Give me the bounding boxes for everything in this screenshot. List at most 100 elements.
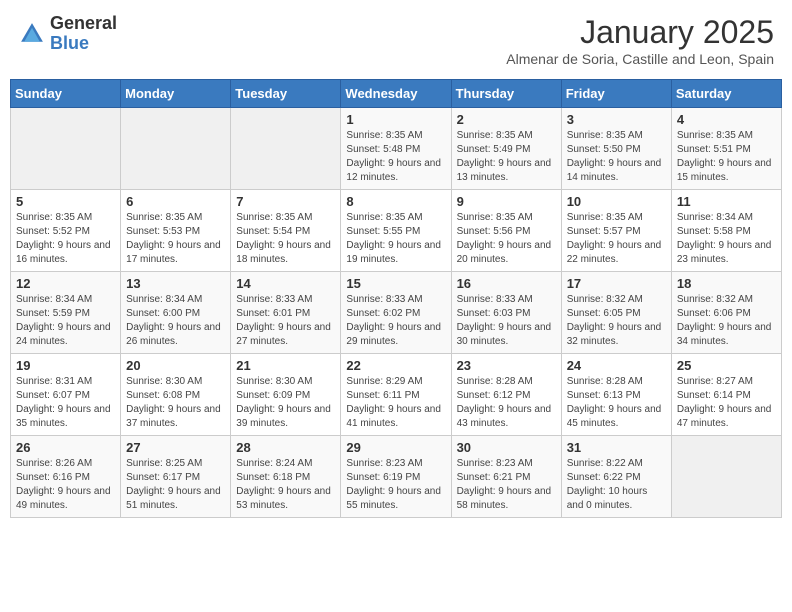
day-number: 21 bbox=[236, 358, 335, 373]
day-info: Sunrise: 8:35 AMSunset: 5:52 PMDaylight:… bbox=[16, 211, 115, 267]
day-number: 14 bbox=[236, 276, 335, 291]
day-cell: 15 Sunrise: 8:33 AMSunset: 6:02 PMDayligh… bbox=[341, 272, 451, 354]
weekday-header-wednesday: Wednesday bbox=[341, 80, 451, 108]
day-cell: 20Sunrise: 8:30 AMSunset: 6:08 PMDayligh… bbox=[121, 354, 231, 436]
day-cell: 4 Sunrise: 8:35 AMSunset: 5:51 PMDaylight… bbox=[671, 108, 781, 190]
day-number: 13 bbox=[126, 276, 225, 291]
day-info: Sunrise: 8:34 AMSunset: 6:00 PMDaylight:… bbox=[126, 293, 225, 349]
day-number: 11 bbox=[677, 194, 776, 209]
day-number: 30 bbox=[457, 440, 556, 455]
day-info: Sunrise: 8:27 AMSunset: 6:14 PMDaylight:… bbox=[677, 375, 776, 431]
day-cell: 31 Sunrise: 8:22 AMSunset: 6:22 PMDayligh… bbox=[561, 436, 671, 518]
logo-icon bbox=[18, 20, 46, 48]
day-info: Sunrise: 8:34 AMSunset: 5:58 PMDaylight:… bbox=[677, 211, 776, 267]
week-row-4: 19 Sunrise: 8:31 AMSunset: 6:07 PMDayligh… bbox=[11, 354, 782, 436]
day-cell: 3 Sunrise: 8:35 AMSunset: 5:50 PMDaylight… bbox=[561, 108, 671, 190]
page-header: General Blue January 2025 Almenar de Sor… bbox=[10, 10, 782, 71]
day-cell: 21 Sunrise: 8:30 AMSunset: 6:09 PMDayligh… bbox=[231, 354, 341, 436]
day-number: 15 bbox=[346, 276, 445, 291]
day-number: 28 bbox=[236, 440, 335, 455]
week-row-2: 5Sunrise: 8:35 AMSunset: 5:52 PMDaylight… bbox=[11, 190, 782, 272]
day-number: 12 bbox=[16, 276, 115, 291]
day-info: Sunrise: 8:35 AMSunset: 5:53 PMDaylight:… bbox=[126, 211, 225, 267]
day-info: Sunrise: 8:29 AMSunset: 6:11 PMDaylight:… bbox=[346, 375, 445, 431]
day-cell: 22 Sunrise: 8:29 AMSunset: 6:11 PMDayligh… bbox=[341, 354, 451, 436]
day-cell: 19 Sunrise: 8:31 AMSunset: 6:07 PMDayligh… bbox=[11, 354, 121, 436]
day-number: 19 bbox=[16, 358, 115, 373]
day-number: 4 bbox=[677, 112, 776, 127]
day-number: 27 bbox=[126, 440, 225, 455]
logo-general-text: General bbox=[50, 14, 117, 34]
location-subtitle: Almenar de Soria, Castille and Leon, Spa… bbox=[506, 51, 774, 67]
day-number: 10 bbox=[567, 194, 666, 209]
day-cell: 23Sunrise: 8:28 AMSunset: 6:12 PMDayligh… bbox=[451, 354, 561, 436]
day-info: Sunrise: 8:24 AMSunset: 6:18 PMDaylight:… bbox=[236, 457, 335, 513]
day-number: 2 bbox=[457, 112, 556, 127]
day-cell: 11 Sunrise: 8:34 AMSunset: 5:58 PMDayligh… bbox=[671, 190, 781, 272]
day-info: Sunrise: 8:30 AMSunset: 6:09 PMDaylight:… bbox=[236, 375, 335, 431]
month-title: January 2025 bbox=[506, 14, 774, 51]
weekday-header-tuesday: Tuesday bbox=[231, 80, 341, 108]
day-info: Sunrise: 8:33 AMSunset: 6:01 PMDaylight:… bbox=[236, 293, 335, 349]
calendar-table: SundayMondayTuesdayWednesdayThursdayFrid… bbox=[10, 79, 782, 518]
day-number: 8 bbox=[346, 194, 445, 209]
week-row-5: 26Sunrise: 8:26 AMSunset: 6:16 PMDayligh… bbox=[11, 436, 782, 518]
day-info: Sunrise: 8:35 AMSunset: 5:50 PMDaylight:… bbox=[567, 129, 666, 185]
weekday-header-saturday: Saturday bbox=[671, 80, 781, 108]
day-cell: 12Sunrise: 8:34 AMSunset: 5:59 PMDayligh… bbox=[11, 272, 121, 354]
day-info: Sunrise: 8:35 AMSunset: 5:51 PMDaylight:… bbox=[677, 129, 776, 185]
day-info: Sunrise: 8:35 AMSunset: 5:54 PMDaylight:… bbox=[236, 211, 335, 267]
day-cell: 9Sunrise: 8:35 AMSunset: 5:56 PMDaylight… bbox=[451, 190, 561, 272]
day-number: 16 bbox=[457, 276, 556, 291]
day-cell: 5Sunrise: 8:35 AMSunset: 5:52 PMDaylight… bbox=[11, 190, 121, 272]
day-info: Sunrise: 8:30 AMSunset: 6:08 PMDaylight:… bbox=[126, 375, 225, 431]
day-cell bbox=[671, 436, 781, 518]
title-block: January 2025 Almenar de Soria, Castille … bbox=[506, 14, 774, 67]
day-cell: 13 Sunrise: 8:34 AMSunset: 6:00 PMDayligh… bbox=[121, 272, 231, 354]
day-info: Sunrise: 8:22 AMSunset: 6:22 PMDaylight:… bbox=[567, 457, 666, 513]
day-number: 9 bbox=[457, 194, 556, 209]
logo: General Blue bbox=[18, 14, 117, 54]
weekday-header-sunday: Sunday bbox=[11, 80, 121, 108]
day-cell: 18Sunrise: 8:32 AMSunset: 6:06 PMDayligh… bbox=[671, 272, 781, 354]
day-cell: 6 Sunrise: 8:35 AMSunset: 5:53 PMDaylight… bbox=[121, 190, 231, 272]
day-cell: 8 Sunrise: 8:35 AMSunset: 5:55 PMDaylight… bbox=[341, 190, 451, 272]
day-info: Sunrise: 8:33 AMSunset: 6:02 PMDaylight:… bbox=[346, 293, 445, 349]
day-info: Sunrise: 8:28 AMSunset: 6:13 PMDaylight:… bbox=[567, 375, 666, 431]
day-cell: 1Sunrise: 8:35 AMSunset: 5:48 PMDaylight… bbox=[341, 108, 451, 190]
day-info: Sunrise: 8:35 AMSunset: 5:48 PMDaylight:… bbox=[346, 129, 445, 185]
day-number: 3 bbox=[567, 112, 666, 127]
day-cell: 7Sunrise: 8:35 AMSunset: 5:54 PMDaylight… bbox=[231, 190, 341, 272]
day-number: 24 bbox=[567, 358, 666, 373]
day-cell: 28 Sunrise: 8:24 AMSunset: 6:18 PMDayligh… bbox=[231, 436, 341, 518]
day-cell: 2 Sunrise: 8:35 AMSunset: 5:49 PMDaylight… bbox=[451, 108, 561, 190]
day-number: 31 bbox=[567, 440, 666, 455]
day-info: Sunrise: 8:32 AMSunset: 6:05 PMDaylight:… bbox=[567, 293, 666, 349]
day-cell: 29Sunrise: 8:23 AMSunset: 6:19 PMDayligh… bbox=[341, 436, 451, 518]
weekday-header-friday: Friday bbox=[561, 80, 671, 108]
day-info: Sunrise: 8:35 AMSunset: 5:55 PMDaylight:… bbox=[346, 211, 445, 267]
weekday-header-row: SundayMondayTuesdayWednesdayThursdayFrid… bbox=[11, 80, 782, 108]
day-info: Sunrise: 8:32 AMSunset: 6:06 PMDaylight:… bbox=[677, 293, 776, 349]
day-info: Sunrise: 8:23 AMSunset: 6:21 PMDaylight:… bbox=[457, 457, 556, 513]
day-cell: 27 Sunrise: 8:25 AMSunset: 6:17 PMDayligh… bbox=[121, 436, 231, 518]
day-number: 22 bbox=[346, 358, 445, 373]
week-row-3: 12Sunrise: 8:34 AMSunset: 5:59 PMDayligh… bbox=[11, 272, 782, 354]
day-info: Sunrise: 8:35 AMSunset: 5:49 PMDaylight:… bbox=[457, 129, 556, 185]
day-info: Sunrise: 8:31 AMSunset: 6:07 PMDaylight:… bbox=[16, 375, 115, 431]
day-cell bbox=[231, 108, 341, 190]
day-cell: 25Sunrise: 8:27 AMSunset: 6:14 PMDayligh… bbox=[671, 354, 781, 436]
day-number: 29 bbox=[346, 440, 445, 455]
day-number: 23 bbox=[457, 358, 556, 373]
logo-blue-text: Blue bbox=[50, 34, 117, 54]
day-cell: 16Sunrise: 8:33 AMSunset: 6:03 PMDayligh… bbox=[451, 272, 561, 354]
day-number: 6 bbox=[126, 194, 225, 209]
day-cell: 14 Sunrise: 8:33 AMSunset: 6:01 PMDayligh… bbox=[231, 272, 341, 354]
weekday-header-thursday: Thursday bbox=[451, 80, 561, 108]
day-info: Sunrise: 8:35 AMSunset: 5:57 PMDaylight:… bbox=[567, 211, 666, 267]
day-info: Sunrise: 8:25 AMSunset: 6:17 PMDaylight:… bbox=[126, 457, 225, 513]
day-cell bbox=[121, 108, 231, 190]
day-cell: 10 Sunrise: 8:35 AMSunset: 5:57 PMDayligh… bbox=[561, 190, 671, 272]
weekday-header-monday: Monday bbox=[121, 80, 231, 108]
day-cell bbox=[11, 108, 121, 190]
